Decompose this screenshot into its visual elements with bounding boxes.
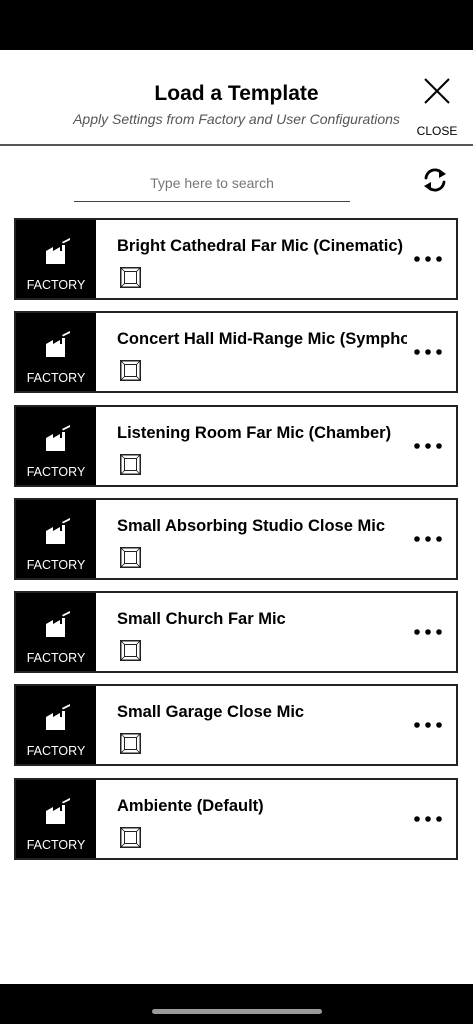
- factory-icon: [46, 238, 70, 264]
- template-source-label: FACTORY: [26, 371, 86, 386]
- search-input[interactable]: [74, 168, 350, 198]
- navigation-bar: [0, 984, 473, 1024]
- template-list: FACTORY Bright Cathedral Far Mic (Cinema…: [14, 218, 458, 871]
- template-source-badge: FACTORY: [16, 779, 96, 858]
- more-options-icon[interactable]: [412, 341, 444, 363]
- more-options-icon[interactable]: [412, 621, 444, 643]
- refresh-icon[interactable]: [420, 165, 450, 195]
- checkbox-icon[interactable]: [120, 826, 141, 848]
- factory-icon: [46, 704, 70, 731]
- template-card[interactable]: FACTORY Bright Cathedral Far Mic (Cinema…: [14, 218, 458, 300]
- checkbox-icon[interactable]: [120, 453, 141, 475]
- factory-icon: [46, 424, 70, 451]
- template-name: Listening Room Far Mic (Chamber): [117, 423, 392, 442]
- factory-icon: [46, 517, 70, 544]
- template-source-badge: FACTORY: [16, 686, 96, 765]
- more-options-icon[interactable]: [412, 714, 444, 736]
- template-card[interactable]: FACTORY Small Garage Close Mic: [14, 684, 458, 767]
- search-field[interactable]: [74, 168, 350, 202]
- template-source-badge: FACTORY: [16, 220, 96, 298]
- template-source-label: FACTORY: [26, 651, 86, 666]
- template-name: Small Absorbing Studio Close Mic: [117, 516, 385, 535]
- template-card[interactable]: FACTORY Listening Room Far Mic (Chamber): [14, 404, 458, 487]
- checkbox-icon[interactable]: [120, 640, 141, 662]
- factory-icon: [46, 797, 70, 824]
- home-indicator[interactable]: [152, 1009, 322, 1014]
- template-name: Concert Hall Mid-Range Mic (Symphonic): [117, 330, 407, 349]
- checkbox-icon[interactable]: [120, 360, 141, 382]
- checkbox-icon[interactable]: [120, 267, 141, 288]
- template-name: Small Garage Close Mic: [117, 703, 305, 722]
- template-card[interactable]: FACTORY Concert Hall Mid-Range Mic (Symp…: [14, 311, 458, 394]
- status-bar: [0, 0, 473, 50]
- page-title: Load a Template: [154, 82, 319, 105]
- template-source-badge: FACTORY: [16, 406, 96, 485]
- more-options-icon[interactable]: [412, 528, 444, 550]
- close-button[interactable]: CLOSE: [408, 72, 464, 142]
- more-options-icon[interactable]: [412, 248, 444, 270]
- checkbox-icon[interactable]: [120, 733, 141, 755]
- factory-icon: [46, 331, 70, 358]
- template-card[interactable]: FACTORY Ambiente (Default): [14, 777, 458, 860]
- template-source-label: FACTORY: [26, 557, 86, 572]
- template-name: Ambiente (Default): [117, 796, 264, 815]
- template-source-label: FACTORY: [26, 278, 86, 292]
- template-source-label: FACTORY: [26, 464, 86, 479]
- template-source-badge: FACTORY: [16, 313, 96, 392]
- template-source-badge: FACTORY: [16, 499, 96, 578]
- template-name: Bright Cathedral Far Mic (Cinematic): [117, 237, 404, 255]
- template-source-label: FACTORY: [26, 837, 86, 852]
- template-name: Small Church Far Mic: [117, 610, 286, 629]
- page-subtitle: Apply Settings from Factory and User Con…: [73, 111, 400, 127]
- more-options-icon[interactable]: [412, 435, 444, 457]
- factory-icon: [46, 611, 70, 638]
- more-options-icon[interactable]: [412, 808, 444, 830]
- template-source-label: FACTORY: [26, 744, 86, 759]
- checkbox-icon[interactable]: [120, 546, 141, 568]
- close-icon: [424, 78, 450, 104]
- close-label: CLOSE: [416, 124, 458, 138]
- dialog-header: Load a Template Apply Settings from Fact…: [0, 50, 473, 146]
- template-source-badge: FACTORY: [16, 593, 96, 672]
- template-card[interactable]: FACTORY Small Absorbing Studio Close Mic: [14, 497, 458, 580]
- template-card[interactable]: FACTORY Small Church Far Mic: [14, 591, 458, 674]
